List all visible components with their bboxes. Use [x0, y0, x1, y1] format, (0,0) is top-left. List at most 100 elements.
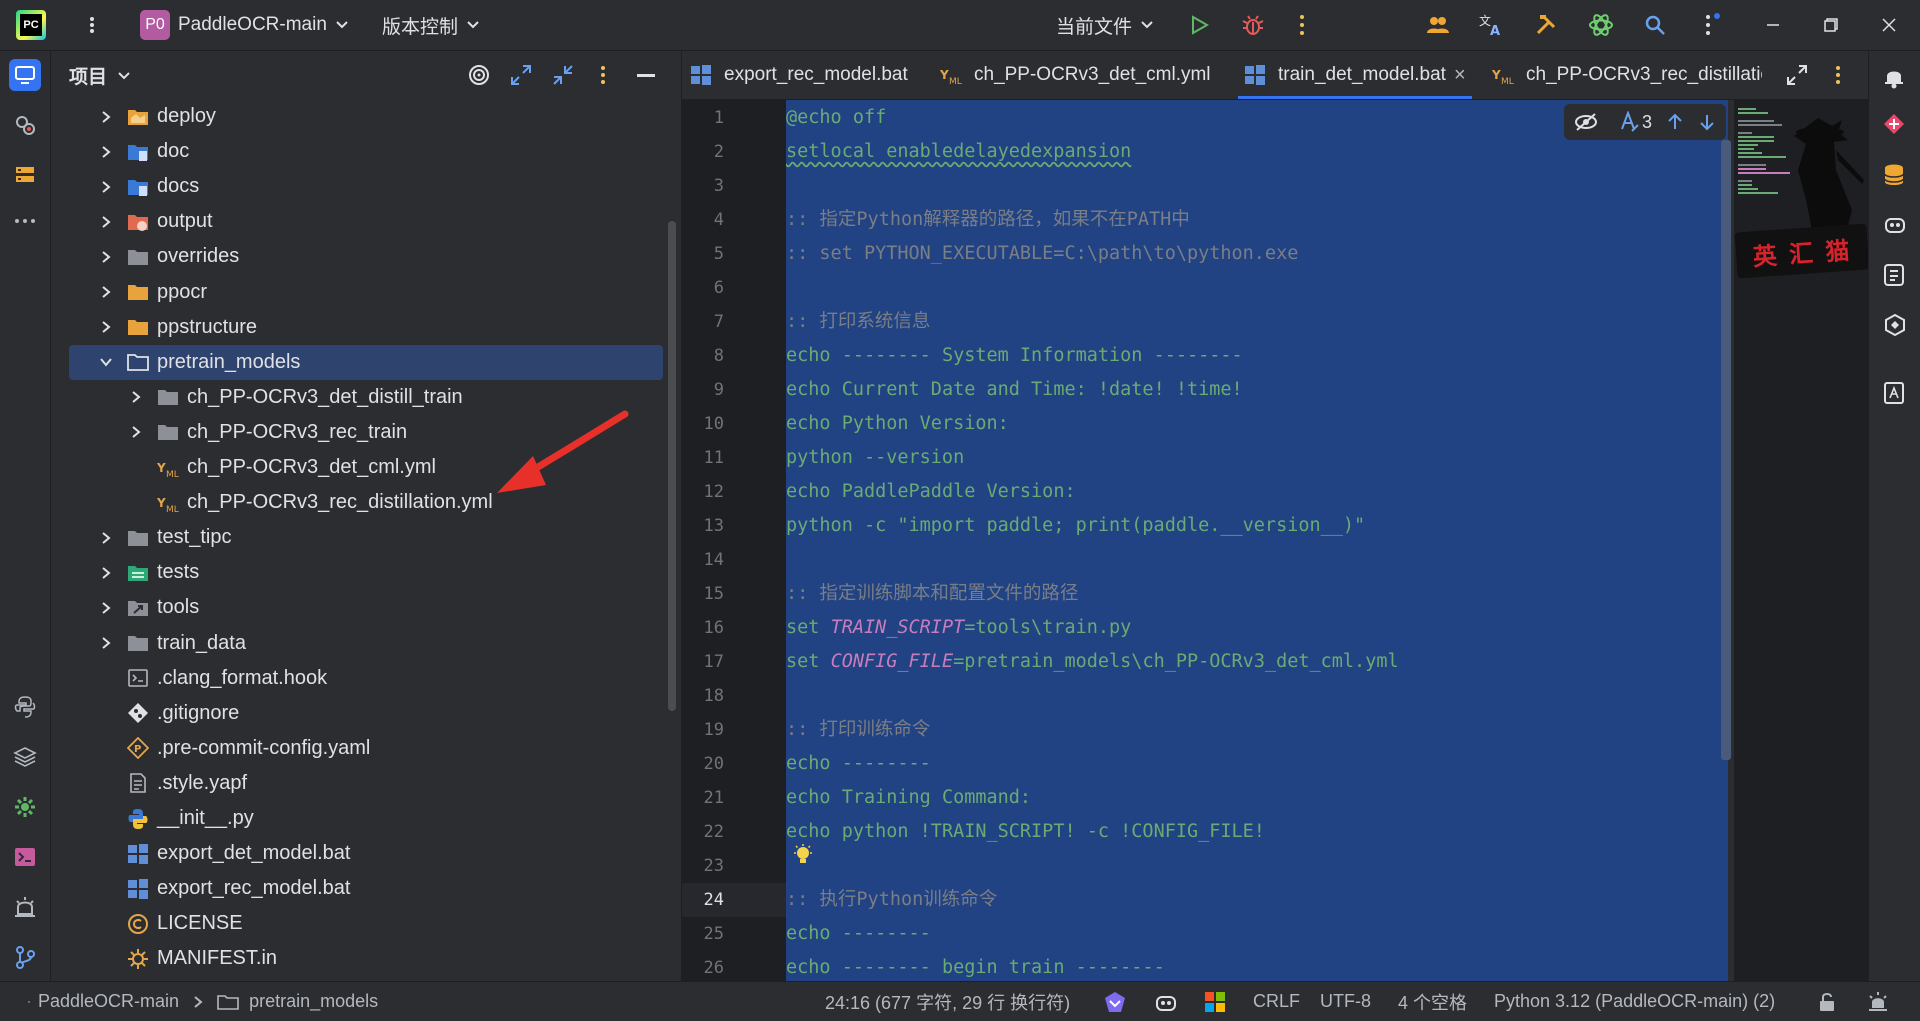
ai-icon[interactable] [1588, 0, 1614, 50]
line-number: 1 [713, 108, 724, 128]
python-console-icon[interactable] [9, 691, 41, 723]
inspection-widget: 3 [1564, 104, 1726, 140]
indent-setting[interactable]: 4 个空格 [1398, 982, 1467, 1021]
debug-icon[interactable] [1241, 0, 1265, 50]
reader-mode-icon[interactable] [1574, 112, 1598, 132]
code-token: :: 指定Python解释器的路径，如果不在PATH中 [786, 209, 1190, 230]
close-icon[interactable] [1860, 0, 1918, 50]
editor-tab-export-rec-model-bat[interactable]: export_rec_model.bat [690, 51, 908, 99]
arrow-up-icon[interactable] [1666, 113, 1684, 131]
build-icon[interactable] [1534, 0, 1558, 50]
project-badge: P0 [140, 10, 170, 40]
database-icon[interactable] [1883, 163, 1905, 187]
svg-text:ML: ML [949, 77, 962, 86]
run-config-selector[interactable]: 当前文件 [1056, 0, 1154, 50]
editor-tab-label: ch_PP-OCRv3_rec_distillatio [1526, 64, 1771, 85]
structure-icon[interactable] [9, 159, 41, 191]
copilot-status-icon[interactable] [1154, 982, 1178, 1021]
title-bar: PC P0 PaddleOCR-main 版本控制 当前文件 文A [0, 0, 1920, 51]
svg-text:Y: Y [940, 68, 949, 82]
typo-icon[interactable] [1620, 111, 1640, 133]
collab-icon[interactable] [1426, 0, 1450, 50]
line-number: 18 [703, 686, 724, 706]
code-line: :: 执行Python训练命令 [786, 883, 997, 917]
line-number: 26 [703, 958, 724, 978]
run-icon[interactable] [1188, 0, 1210, 50]
pycharm-logo-text: PC [20, 14, 42, 36]
problems-icon[interactable] [9, 891, 41, 923]
line-number: 25 [703, 924, 724, 944]
breadcrumb-project[interactable]: PaddleOCR-main [38, 991, 179, 1012]
terminal-icon[interactable] [9, 841, 41, 873]
more-icon[interactable] [1298, 0, 1306, 50]
maximize-icon[interactable] [1802, 0, 1860, 50]
line-separator[interactable]: CRLF [1253, 982, 1300, 1021]
code-token: echo [786, 957, 831, 978]
code-token: CONFIG_FILE [830, 651, 954, 672]
code-token: echo [786, 481, 831, 502]
editor-scrollbar-thumb[interactable] [1721, 140, 1731, 760]
translate-panel-icon[interactable] [1883, 263, 1905, 287]
line-number: 10 [703, 414, 724, 434]
more-tools-icon[interactable] [9, 205, 41, 237]
chevron-right-icon [194, 995, 203, 1008]
search-icon[interactable] [1644, 0, 1666, 50]
calligraphy-badge: 英 汇 猫 [1734, 223, 1870, 279]
maximize-editor-icon[interactable] [1786, 64, 1808, 86]
editor-tab-train-det-model-bat[interactable]: train_det_model.bat × [1238, 51, 1472, 99]
line-number: 2 [713, 142, 724, 162]
services-icon[interactable] [9, 791, 41, 823]
python-interpreter[interactable]: Python 3.12 (PaddleOCR-main) (2) [1494, 982, 1775, 1021]
right-tool-strip [1868, 51, 1920, 981]
qodana-icon[interactable] [1103, 982, 1127, 1021]
file-bat-icon [1244, 64, 1266, 86]
close-tab-icon[interactable]: × [1454, 64, 1466, 87]
vcs-menu[interactable]: 版本控制 [382, 0, 480, 50]
code-token: python -c "import paddle; print(paddle._… [786, 515, 1366, 536]
code-token: set [786, 651, 831, 672]
windows-icon[interactable] [1204, 982, 1226, 1021]
line-number: 24 [703, 890, 724, 910]
editor-tab-ch-pp-ocrv3-rec-distillatio[interactable]: Y ML ch_PP-OCRv3_rec_distillatio [1492, 51, 1771, 99]
tab-options-icon[interactable] [1834, 65, 1842, 85]
code-line: :: 指定训练脚本和配置文件的路径 [786, 577, 1078, 611]
cursor-position[interactable]: 24:16 (677 字符, 29 行 换行符) [825, 982, 1070, 1021]
code-line: python --version [786, 441, 964, 475]
code-token: set [786, 617, 831, 638]
editor-tab-ch-pp-ocrv3-det-cml-yml[interactable]: Y ML ch_PP-OCRv3_det_cml.yml [940, 51, 1211, 99]
line-number: 13 [703, 516, 724, 536]
translate-icon[interactable]: 文A [1478, 0, 1504, 50]
lock-icon[interactable] [1818, 982, 1838, 1021]
commit-icon[interactable] [9, 109, 41, 141]
pycharm-logo[interactable]: PC [16, 10, 46, 40]
line-gutter: 1 2 3 4 5 6 7 8 9 10 11 12 13 14 15 16 17 18 19 20 21 22 23 24 2… [682, 100, 786, 981]
line-number: 6 [713, 278, 724, 298]
settings-icon[interactable] [1702, 0, 1724, 50]
ai-assistant-icon[interactable] [1883, 313, 1907, 337]
editor-tab-bar: export_rec_model.bat Y ML ch_PP-OCRv3_det_c… [682, 51, 1872, 100]
svg-text:A: A [1490, 24, 1500, 37]
code-editor[interactable]: @echo off setlocal enabledelayedexpansion… [786, 100, 1728, 981]
inspection-status-icon[interactable] [1866, 982, 1890, 1021]
minimize-icon[interactable] [1744, 0, 1802, 50]
project-switcher[interactable]: P0 PaddleOCR-main [140, 0, 349, 50]
project-icon[interactable] [9, 59, 41, 91]
notifications-icon[interactable] [1883, 65, 1905, 89]
code-token: -------- begin train -------- [830, 957, 1165, 978]
copilot-icon[interactable] [1883, 213, 1907, 235]
code-line: echo -------- [786, 747, 931, 781]
git-icon[interactable] [9, 941, 41, 973]
arrow-down-icon[interactable] [1698, 113, 1716, 131]
code-token: setlocal enabledelayedexpansion [786, 141, 1132, 162]
lightbulb-icon[interactable] [793, 844, 813, 868]
plugin-icon[interactable] [1883, 113, 1905, 135]
code-token: echo [786, 345, 831, 366]
code-line: set TRAIN_SCRIPT=tools\train.py [786, 611, 1131, 645]
main-menu-icon[interactable] [82, 0, 102, 50]
layers-icon[interactable] [9, 741, 41, 773]
code-line: :: 打印系统信息 [786, 305, 930, 339]
breadcrumb-folder[interactable]: pretrain_models [249, 991, 378, 1012]
readme-icon[interactable] [1883, 381, 1905, 405]
file-encoding[interactable]: UTF-8 [1320, 982, 1371, 1021]
line-number: 4 [713, 210, 724, 230]
